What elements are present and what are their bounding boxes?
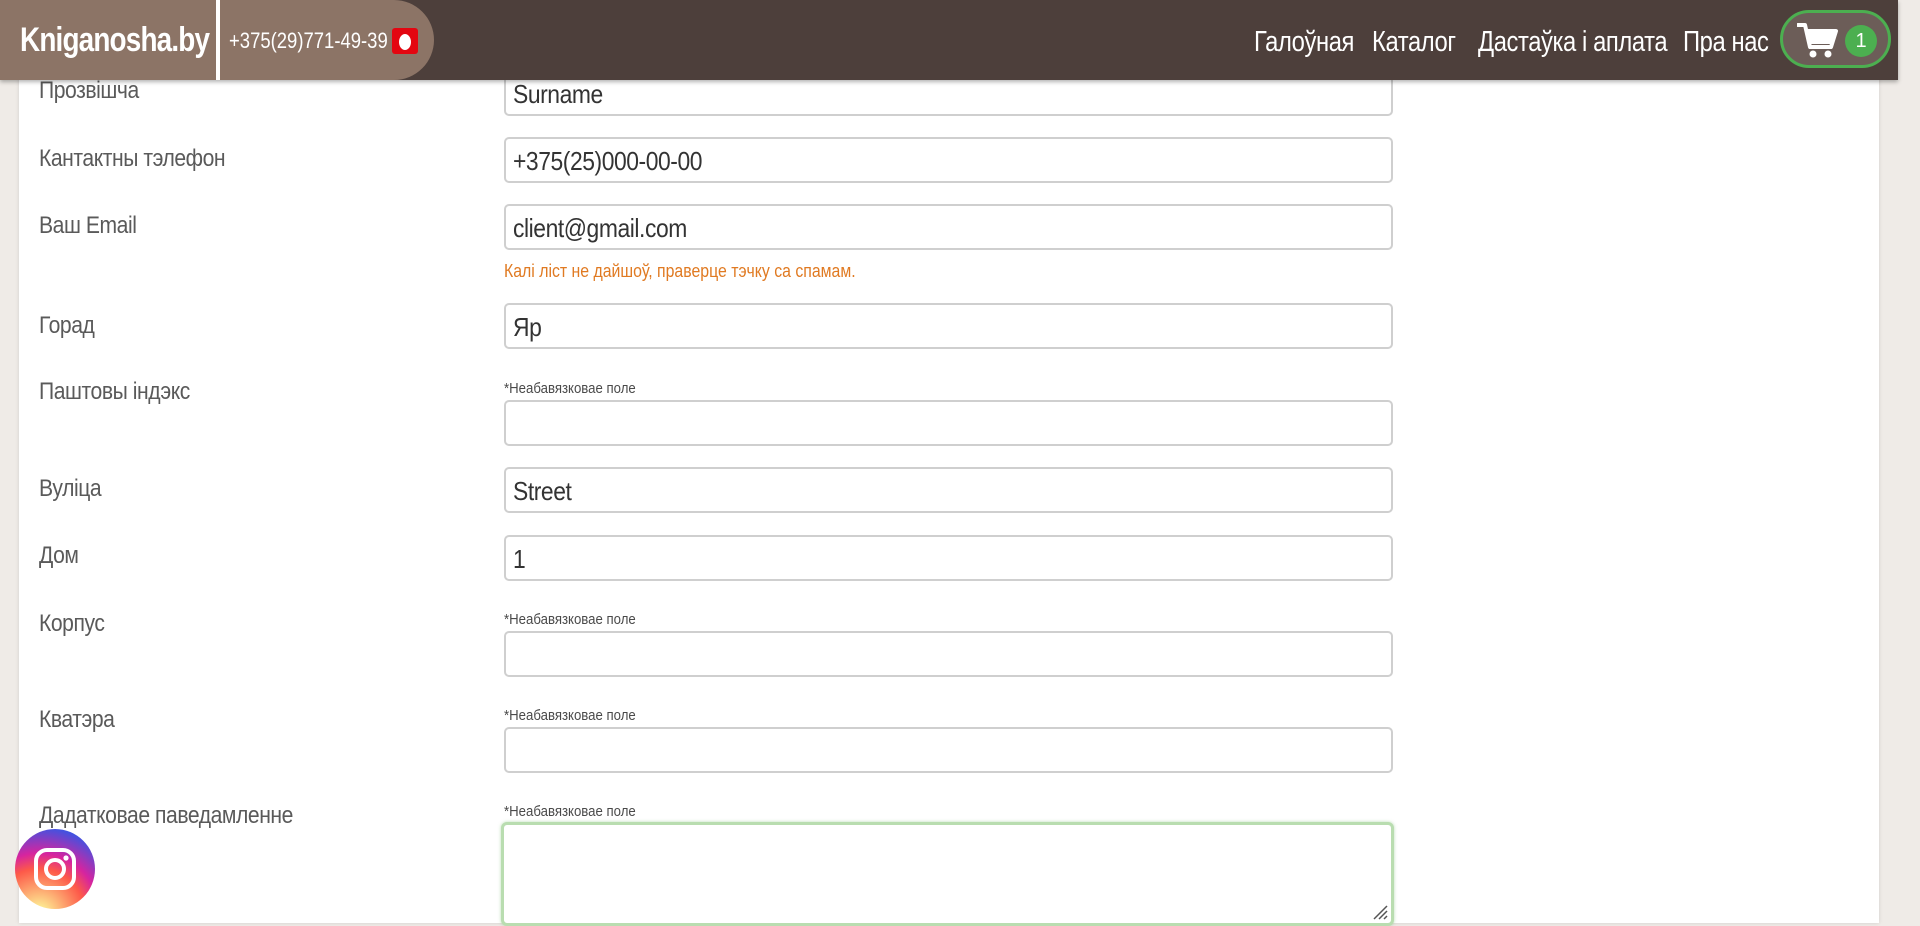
- street-label: Вуліца: [39, 475, 102, 502]
- site-logo[interactable]: Kniganosha.by: [20, 20, 210, 60]
- surname-value: Surname: [513, 79, 603, 109]
- postcode-label: Паштовы індэкс: [39, 378, 190, 405]
- building-label: Корпус: [39, 610, 105, 637]
- email-spam-hint: Калі ліст не дайшоў, праверце тэчку са с…: [504, 261, 856, 281]
- nav-delivery-payment[interactable]: Дастаўка і аплата: [1478, 25, 1668, 59]
- cart-button[interactable]: 1: [1780, 10, 1891, 68]
- city-input[interactable]: Яр: [504, 303, 1393, 349]
- nav-home[interactable]: Галоўная: [1254, 25, 1354, 59]
- order-form-panel: Прозвішча Surname Кантактны тэлефон +375…: [19, 0, 1879, 926]
- building-optional-note: *Неабавязковае поле: [504, 611, 636, 628]
- apartment-label: Кватэра: [39, 706, 115, 733]
- message-textarea[interactable]: [501, 822, 1394, 926]
- surname-label: Прозвішча: [39, 77, 139, 104]
- nav-about[interactable]: Пра нас: [1683, 25, 1769, 59]
- site-header: Kniganosha.by +375(29)771-49-39 Галоўная…: [0, 0, 1898, 80]
- instagram-icon: [34, 848, 76, 890]
- house-label: Дом: [39, 542, 79, 569]
- email-input[interactable]: client@gmail.com: [504, 204, 1393, 250]
- apartment-input[interactable]: [504, 727, 1393, 773]
- building-input[interactable]: [504, 631, 1393, 677]
- email-label: Ваш Email: [39, 212, 137, 239]
- mts-egg-icon: [392, 28, 418, 54]
- phone-value: +375(25)000-00-00: [513, 146, 703, 176]
- brand-separator: [216, 0, 220, 80]
- house-input[interactable]: 1: [504, 535, 1393, 581]
- brand-pill: Kniganosha.by +375(29)771-49-39: [0, 0, 434, 80]
- nav-catalog[interactable]: Каталог: [1372, 25, 1456, 59]
- resize-handle-icon[interactable]: [1372, 904, 1388, 920]
- message-label: Дадатковае паведамленне: [39, 802, 293, 829]
- cart-icon: [1797, 23, 1838, 58]
- message-optional-note: *Неабавязковае поле: [504, 803, 636, 820]
- street-input[interactable]: Street: [504, 467, 1393, 513]
- city-value: Яр: [513, 312, 542, 342]
- cart-count-badge: 1: [1845, 25, 1877, 57]
- street-value: Street: [513, 476, 572, 506]
- postcode-input[interactable]: [504, 400, 1393, 446]
- house-value: 1: [513, 544, 526, 574]
- city-label: Горад: [39, 312, 95, 339]
- instagram-button[interactable]: [15, 829, 95, 909]
- phone-input[interactable]: +375(25)000-00-00: [504, 137, 1393, 183]
- phone-label: Кантактны тэлефон: [39, 145, 226, 172]
- postcode-optional-note: *Неабавязковае поле: [504, 380, 636, 397]
- apartment-optional-note: *Неабавязковае поле: [504, 707, 636, 724]
- email-value: client@gmail.com: [513, 213, 687, 243]
- header-phone-link[interactable]: +375(29)771-49-39: [229, 28, 388, 54]
